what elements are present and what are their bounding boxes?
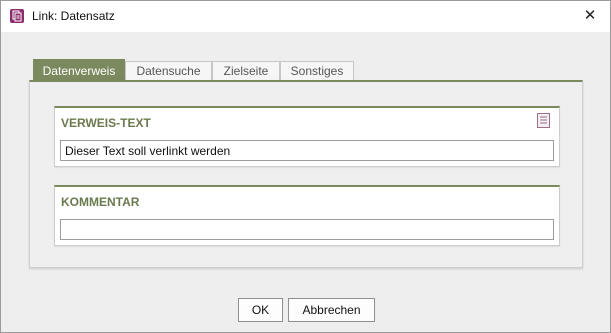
tab-panel: VERWEIS-TEXT KOMMENTAR [29,80,583,268]
window-title: Link: Datensatz [32,9,115,23]
tab-zielseite[interactable]: Zielseite [212,61,280,80]
tab-datensuche[interactable]: Datensuche [125,61,212,80]
kommentar-section: KOMMENTAR [54,185,560,246]
cancel-button[interactable]: Abbrechen [288,298,375,322]
dialog-window: Link: Datensatz ✕ Datenverweis Datensuch… [0,0,611,333]
verweis-text-section: VERWEIS-TEXT [54,106,560,167]
dialog-content: Datenverweis Datensuche Zielseite Sonsti… [1,32,610,332]
title-bar: Link: Datensatz ✕ [1,1,610,32]
close-icon[interactable]: ✕ [578,5,602,27]
verweis-text-label: VERWEIS-TEXT [61,116,151,130]
document-icon[interactable] [537,113,550,128]
kommentar-input[interactable] [60,219,554,240]
verweis-text-input[interactable] [60,140,554,161]
tab-datenverweis[interactable]: Datenverweis [33,59,125,81]
document-link-icon [10,9,24,23]
tab-sonstiges[interactable]: Sonstiges [280,61,354,80]
ok-button[interactable]: OK [238,298,283,322]
kommentar-label: KOMMENTAR [61,195,140,209]
